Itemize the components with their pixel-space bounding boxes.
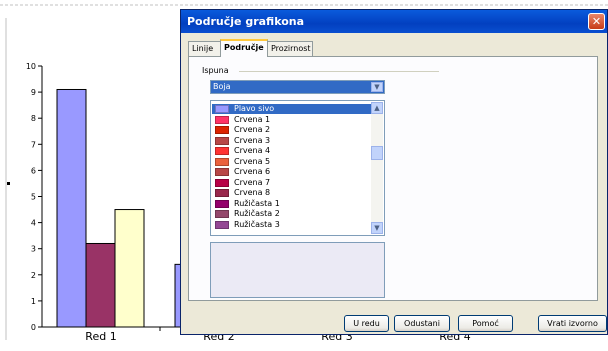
- color-swatch: [215, 136, 229, 145]
- color-list-item[interactable]: Ružičasta 3: [212, 220, 372, 230]
- color-name: Crvena 6: [234, 167, 271, 176]
- color-swatch: [215, 210, 229, 218]
- fill-group-divider: [239, 71, 439, 72]
- color-swatch: [215, 199, 229, 208]
- y-tick-label: 7: [31, 140, 36, 149]
- color-list-item[interactable]: Ružičasta 1: [212, 199, 372, 209]
- y-tick-label: 1: [31, 297, 36, 306]
- color-name: Crvena 7: [234, 177, 271, 187]
- tab-area[interactable]: Područje: [220, 39, 268, 57]
- color-list-item[interactable]: Crvena 2: [212, 125, 372, 135]
- bar: [114, 209, 145, 328]
- y-tick-label: 8: [31, 114, 36, 123]
- fill-group-label: Ispuna: [202, 66, 232, 75]
- color-name: Crvena 1: [234, 114, 271, 124]
- bar: [85, 242, 116, 328]
- color-list-item[interactable]: Ružičasta 2: [212, 209, 372, 219]
- color-list[interactable]: Plavo sivo Crvena 1 Crvena 2 Crvena 3 Crvena…: [210, 100, 385, 236]
- y-tick-label: 3: [31, 245, 36, 254]
- color-swatch: [215, 220, 229, 229]
- y-tick-label: 5: [31, 193, 36, 202]
- color-swatch: [215, 157, 229, 166]
- tab-area-label: Područje: [224, 43, 264, 52]
- color-list-item[interactable]: Crvena 8: [212, 188, 372, 198]
- y-tick-label: 6: [31, 166, 36, 175]
- color-list-item[interactable]: Crvena 5: [212, 157, 372, 167]
- color-list-item[interactable]: Crvena 7: [212, 178, 372, 188]
- color-swatch: [215, 105, 229, 113]
- color-name: Crvena 5: [234, 156, 271, 166]
- color-name: Ružičasta 2: [234, 209, 280, 218]
- y-tick-label: 2: [31, 271, 36, 280]
- tab-transparency[interactable]: Prozirnost: [267, 41, 313, 56]
- tab-lines[interactable]: Linije: [188, 41, 221, 56]
- color-list-item[interactable]: Crvena 3: [212, 136, 372, 146]
- color-name: Crvena 4: [234, 146, 271, 155]
- scroll-down-icon[interactable]: ▼: [371, 222, 383, 234]
- color-swatch: [215, 189, 229, 197]
- color-name: Crvena 3: [234, 135, 271, 145]
- cancel-button[interactable]: Odustani: [394, 315, 450, 332]
- reset-button[interactable]: Vrati izvorno: [538, 315, 607, 332]
- y-tick-label: 9: [31, 88, 36, 97]
- color-name: Crvena 2: [234, 125, 271, 134]
- scroll-up-icon[interactable]: ▲: [371, 102, 383, 114]
- bar: [56, 88, 87, 328]
- color-swatch: [215, 126, 229, 134]
- y-tick-label: 10: [26, 62, 36, 71]
- ok-button[interactable]: U redu: [344, 315, 389, 332]
- color-name: Crvena 8: [234, 188, 271, 197]
- color-list-item[interactable]: Crvena 4: [212, 146, 372, 156]
- y-tick-label: 4: [31, 219, 36, 228]
- area-dialog: Područje grafikona ✕ Linije Područje Pro…: [180, 9, 608, 335]
- selection-handle: [7, 182, 10, 185]
- close-button[interactable]: ✕: [588, 13, 605, 30]
- fill-preview: [210, 242, 385, 298]
- help-button[interactable]: Pomoć: [458, 315, 513, 332]
- color-name: Ružičasta 3: [234, 219, 280, 229]
- color-list-scrollbar[interactable]: ▲ ▼: [371, 102, 383, 234]
- color-list-item[interactable]: Crvena 6: [212, 167, 372, 177]
- scroll-thumb[interactable]: [371, 146, 383, 160]
- color-swatch: [215, 115, 229, 124]
- color-name: Plavo sivo: [232, 104, 277, 114]
- color-list-item[interactable]: Plavo sivo: [212, 104, 372, 114]
- tab-lines-label: Linije: [192, 44, 214, 53]
- tab-transparency-label: Prozirnost: [271, 44, 311, 53]
- color-name: Ružičasta 1: [234, 198, 280, 208]
- dialog-title: Područje grafikona: [187, 15, 305, 28]
- color-list-item[interactable]: Crvena 1: [212, 115, 372, 125]
- x-category-label: Red 1: [85, 330, 116, 343]
- chevron-down-icon[interactable]: ▼: [371, 82, 383, 92]
- fill-type-select[interactable]: Boja ▼: [210, 80, 385, 94]
- color-swatch: [215, 178, 229, 187]
- close-icon: ✕: [591, 15, 602, 28]
- color-swatch: [215, 147, 229, 155]
- color-swatch: [215, 168, 229, 176]
- dialog-titlebar[interactable]: Područje grafikona ✕: [181, 10, 607, 33]
- y-tick-label: 0: [31, 323, 36, 332]
- fill-type-value: Boja: [213, 82, 231, 91]
